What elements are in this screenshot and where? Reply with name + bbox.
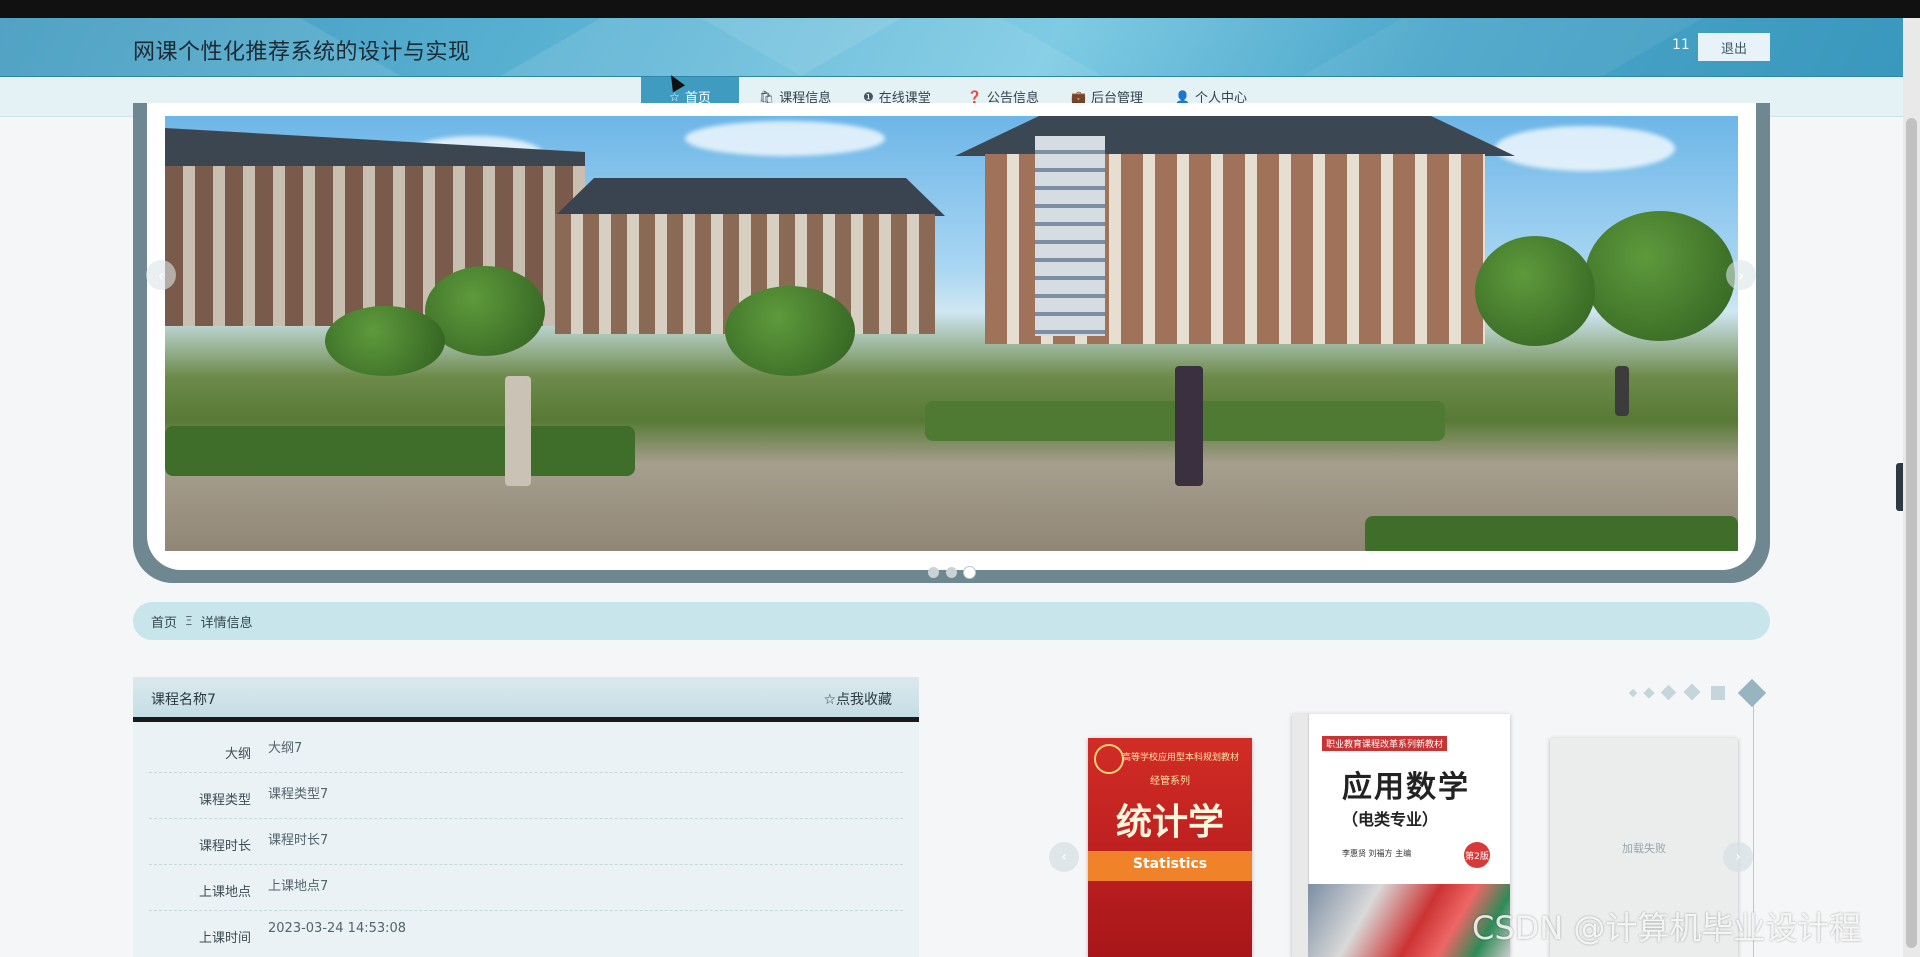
decor-diamond (1643, 687, 1655, 699)
tree (1585, 211, 1735, 341)
divider (133, 721, 919, 722)
edition-badge: 第2版 (1464, 842, 1490, 868)
hedge (1365, 516, 1738, 551)
carousel-dot-active[interactable] (964, 567, 975, 578)
detail-row: 上课地点 上课地点7 (149, 865, 903, 911)
book-subtitle: Statistics (1132, 856, 1208, 872)
breadcrumb-separator: Ξ (185, 614, 193, 628)
bag-icon: 🛍 (759, 89, 775, 104)
decor-diamond (1737, 678, 1767, 708)
breadcrumb: 首页 Ξ 详情信息 (133, 602, 1770, 640)
decor-diamond (1660, 684, 1677, 701)
image-load-failed-text: 加载失败 (1622, 841, 1666, 855)
person (1175, 366, 1203, 486)
glass-tower (1035, 136, 1105, 336)
user-icon: 👤 (1175, 89, 1190, 104)
question-circle-icon: ❓ (967, 89, 982, 104)
book-spine (1292, 714, 1309, 957)
detail-value: 课程时长7 (268, 833, 329, 848)
book-subtitle: （电类专业） (1342, 810, 1439, 829)
tree (325, 306, 445, 376)
detail-label: 上课地点 (198, 885, 251, 900)
carousel-indicators (928, 567, 975, 578)
book-series: 经管系列 (1150, 776, 1190, 787)
detail-value: 上课地点7 (268, 879, 329, 894)
detail-value: 大纲7 (268, 741, 303, 756)
book-title: 应用数学 (1342, 770, 1470, 805)
tree (725, 286, 855, 376)
info-circle-icon: ❶ (863, 89, 874, 104)
person (1615, 366, 1629, 416)
course-title: 课程名称7 (151, 692, 216, 708)
cloud (685, 121, 885, 156)
decor-diamond (1683, 683, 1701, 701)
detail-row: 课程时长 课程时长7 (149, 819, 903, 865)
detail-value: 课程类型7 (268, 787, 329, 802)
book-top-text: 高等学校应用型本科规划教材 (1122, 753, 1240, 763)
breadcrumb-home[interactable]: 首页 (151, 612, 177, 631)
gallery-prev-button[interactable]: ‹ (1049, 842, 1079, 872)
detail-label: 上课时间 (198, 931, 251, 946)
person (505, 376, 531, 486)
watermark: CSDN @计算机毕业设计程 (1472, 909, 1862, 947)
window-top-bar (0, 0, 1920, 18)
decor-diamond (1628, 688, 1638, 698)
detail-row: 课程类型 课程类型7 (149, 773, 903, 819)
course-detail-card: 课程名称7 ☆点我收藏 大纲 大纲7 课程类型 课程类型7 课程时长 课程时长7… (133, 677, 919, 957)
book-authors: 李惠贤 刘福方 主编 (1342, 849, 1412, 858)
detail-label: 大纲 (224, 747, 251, 762)
user-name: 11 (1672, 37, 1690, 53)
detail-label: 课程时长 (198, 839, 251, 854)
carousel-dot[interactable] (946, 567, 957, 578)
breadcrumb-current: 详情信息 (200, 615, 253, 631)
book-title: 统计学 (1115, 802, 1224, 843)
site-header: 网课个性化推荐系统的设计与实现 11 退出 (0, 18, 1903, 77)
detail-label: 课程类型 (198, 793, 251, 808)
gallery-next-button[interactable]: › (1723, 842, 1753, 872)
favorite-button[interactable]: ☆点我收藏 (823, 689, 892, 709)
book-cover-statistics[interactable]: 高等学校应用型本科规划教材 经管系列 统计学 Statistics (1088, 738, 1252, 957)
school-seal-icon (1094, 744, 1124, 774)
cloud (1495, 126, 1675, 171)
carousel-dot[interactable] (928, 567, 939, 578)
decor-square (1711, 686, 1725, 700)
book-series: 职业教育课程改革系列新教材 (1322, 736, 1448, 751)
campus-banner-image (165, 116, 1738, 551)
briefcase-icon: 💼 (1071, 89, 1086, 104)
carousel-next-button[interactable]: › (1726, 260, 1756, 290)
roof (555, 178, 945, 216)
logout-button[interactable]: 退出 (1698, 33, 1770, 61)
tree (1475, 236, 1595, 346)
detail-row: 大纲 大纲7 (149, 727, 903, 773)
site-title: 网课个性化推荐系统的设计与实现 (133, 40, 471, 65)
detail-row: 上课时间 2023-03-24 14:53:08 (149, 911, 903, 956)
star-icon: ☆ (669, 89, 680, 104)
detail-header: 课程名称7 ☆点我收藏 (133, 677, 919, 722)
carousel-prev-button[interactable]: ‹ (146, 260, 176, 290)
scrollbar-thumb[interactable] (1906, 118, 1917, 948)
hedge (165, 426, 635, 476)
detail-value: 2023-03-24 14:53:08 (268, 921, 407, 936)
